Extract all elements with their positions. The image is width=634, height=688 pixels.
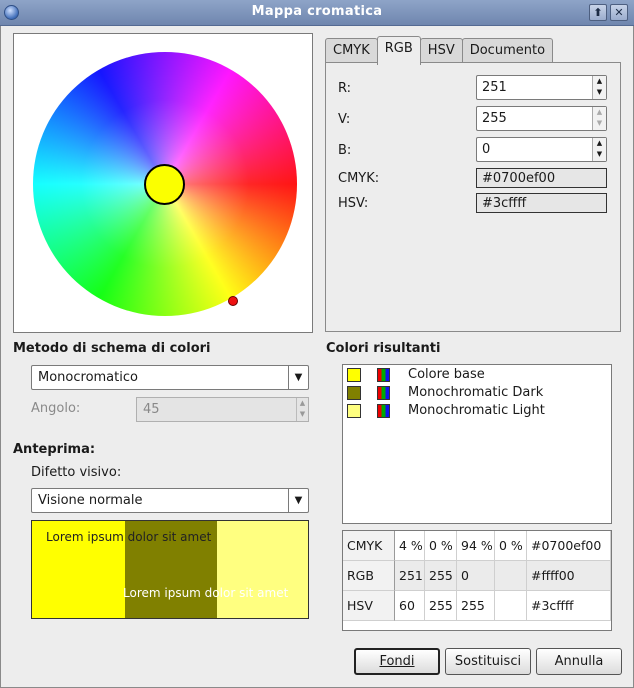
color-wheel-panel[interactable] bbox=[13, 33, 313, 333]
chevron-down-icon[interactable]: ▼ bbox=[288, 489, 308, 512]
result-label: Monochromatic Light bbox=[408, 403, 545, 418]
tab-hsv[interactable]: HSV bbox=[419, 38, 463, 64]
cmyk-label: CMYK: bbox=[338, 171, 380, 186]
table-cell: #ffff00 bbox=[527, 561, 611, 591]
base-color-marker[interactable] bbox=[144, 164, 185, 205]
table-cell: #0700ef00 bbox=[527, 531, 611, 561]
b-label: B: bbox=[338, 143, 352, 158]
rgb-tab-panel: R: 251 ▲ ▼ V: 255 ▲ ▼ B: 0 ▲ ▼ CMYK: #0700e… bbox=[325, 62, 621, 332]
preview-title: Anteprima: bbox=[13, 442, 96, 457]
hsv-hex-value: #3cffff bbox=[482, 196, 527, 211]
r-spinbox[interactable]: 251 ▲ ▼ bbox=[476, 75, 607, 100]
visual-defect-label: Difetto visivo: bbox=[31, 465, 122, 480]
angle-value: 45 bbox=[143, 402, 160, 417]
r-value: 251 bbox=[482, 80, 507, 95]
hsv-hex-field[interactable]: #3cffff bbox=[476, 193, 607, 213]
close-button[interactable]: ✕ bbox=[610, 4, 628, 21]
table-row-header: RGB bbox=[343, 561, 395, 591]
rgb-icon bbox=[377, 386, 390, 400]
rgb-icon bbox=[377, 368, 390, 382]
color-values-table: CMYK 4 % 0 % 94 % 0 % #0700ef00 RGB 251 … bbox=[342, 530, 612, 631]
table-cell: 255 bbox=[457, 591, 495, 621]
cmyk-hex-field[interactable]: #0700ef00 bbox=[476, 168, 607, 188]
v-spin-arrows[interactable]: ▲ ▼ bbox=[592, 107, 606, 130]
visual-defect-value: Visione normale bbox=[38, 493, 143, 508]
table-cell: 94 % bbox=[457, 531, 495, 561]
result-label: Monochromatic Dark bbox=[408, 385, 544, 400]
results-list[interactable]: Colore base Monochromatic Dark Monochrom… bbox=[342, 364, 612, 524]
color-swatch bbox=[347, 368, 361, 382]
table-cell bbox=[495, 561, 527, 591]
preview-area: Lorem ipsum dolor sit amet Lorem ipsum d… bbox=[31, 520, 309, 619]
color-swatch bbox=[347, 404, 361, 418]
table-cell: 255 bbox=[425, 591, 457, 621]
preview-sample-text-dark: Lorem ipsum dolor sit amet bbox=[46, 530, 212, 544]
table-cell: 60 bbox=[395, 591, 425, 621]
results-title: Colori risultanti bbox=[326, 341, 441, 356]
preview-swatch-light bbox=[217, 521, 308, 618]
v-spinbox[interactable]: 255 ▲ ▼ bbox=[476, 106, 607, 131]
v-label: V: bbox=[338, 112, 351, 127]
scheme-method-select[interactable]: Monocromatico ▼ bbox=[31, 365, 309, 390]
angle-label: Angolo: bbox=[31, 401, 81, 416]
table-cell: 0 bbox=[457, 561, 495, 591]
table-cell: 0 % bbox=[425, 531, 457, 561]
merge-button-label: Fondi bbox=[379, 654, 415, 669]
color-swatch bbox=[347, 386, 361, 400]
preview-sample-text-light: Lorem ipsum dolor sit amet bbox=[123, 586, 289, 600]
angle-handle[interactable] bbox=[228, 296, 238, 306]
tab-cmyk[interactable]: CMYK bbox=[325, 38, 378, 64]
cancel-button-label: Annulla bbox=[554, 654, 604, 669]
tab-document[interactable]: Documento bbox=[461, 38, 554, 64]
list-item[interactable]: Colore base bbox=[343, 366, 611, 384]
angle-spin-arrows[interactable]: ▲ ▼ bbox=[296, 398, 308, 421]
r-spin-arrows[interactable]: ▲ ▼ bbox=[592, 76, 606, 99]
v-value: 255 bbox=[482, 111, 507, 126]
tab-rgb[interactable]: RGB bbox=[376, 36, 421, 65]
r-label: R: bbox=[338, 81, 352, 96]
table-row-header: CMYK bbox=[343, 531, 395, 561]
rgb-icon bbox=[377, 404, 390, 418]
b-value: 0 bbox=[482, 142, 491, 157]
hsv-label: HSV: bbox=[338, 196, 369, 211]
replace-button-label: Sostituisci bbox=[454, 654, 522, 669]
b-spinbox[interactable]: 0 ▲ ▼ bbox=[476, 137, 607, 162]
scheme-method-title: Metodo di schema di colori bbox=[13, 341, 211, 356]
merge-button[interactable]: Fondi bbox=[354, 648, 440, 675]
table-cell: 0 % bbox=[495, 531, 527, 561]
table-cell bbox=[495, 591, 527, 621]
table-cell: 4 % bbox=[395, 531, 425, 561]
scheme-method-value: Monocromatico bbox=[38, 370, 138, 385]
list-item[interactable]: Monochromatic Light bbox=[343, 402, 611, 420]
window-title: Mappa cromatica bbox=[251, 4, 383, 19]
title-bar: Mappa cromatica ⬆ ✕ bbox=[0, 0, 634, 26]
b-spin-arrows[interactable]: ▲ ▼ bbox=[592, 138, 606, 161]
color-model-tabs: CMYK RGB HSV Documento bbox=[325, 36, 554, 65]
table-row-header: HSV bbox=[343, 591, 395, 621]
visual-defect-select[interactable]: Visione normale ▼ bbox=[31, 488, 309, 513]
table-cell: 251 bbox=[395, 561, 425, 591]
angle-spinbox[interactable]: 45 ▲ ▼ bbox=[136, 397, 309, 422]
list-item[interactable]: Monochromatic Dark bbox=[343, 384, 611, 402]
shade-button[interactable]: ⬆ bbox=[589, 4, 607, 21]
cancel-button[interactable]: Annulla bbox=[536, 648, 622, 675]
cmyk-hex-value: #0700ef00 bbox=[482, 171, 556, 186]
chevron-down-icon[interactable]: ▼ bbox=[288, 366, 308, 389]
table-cell: 255 bbox=[425, 561, 457, 591]
result-label: Colore base bbox=[408, 367, 485, 382]
table-cell: #3cffff bbox=[527, 591, 611, 621]
replace-button[interactable]: Sostituisci bbox=[445, 648, 531, 675]
